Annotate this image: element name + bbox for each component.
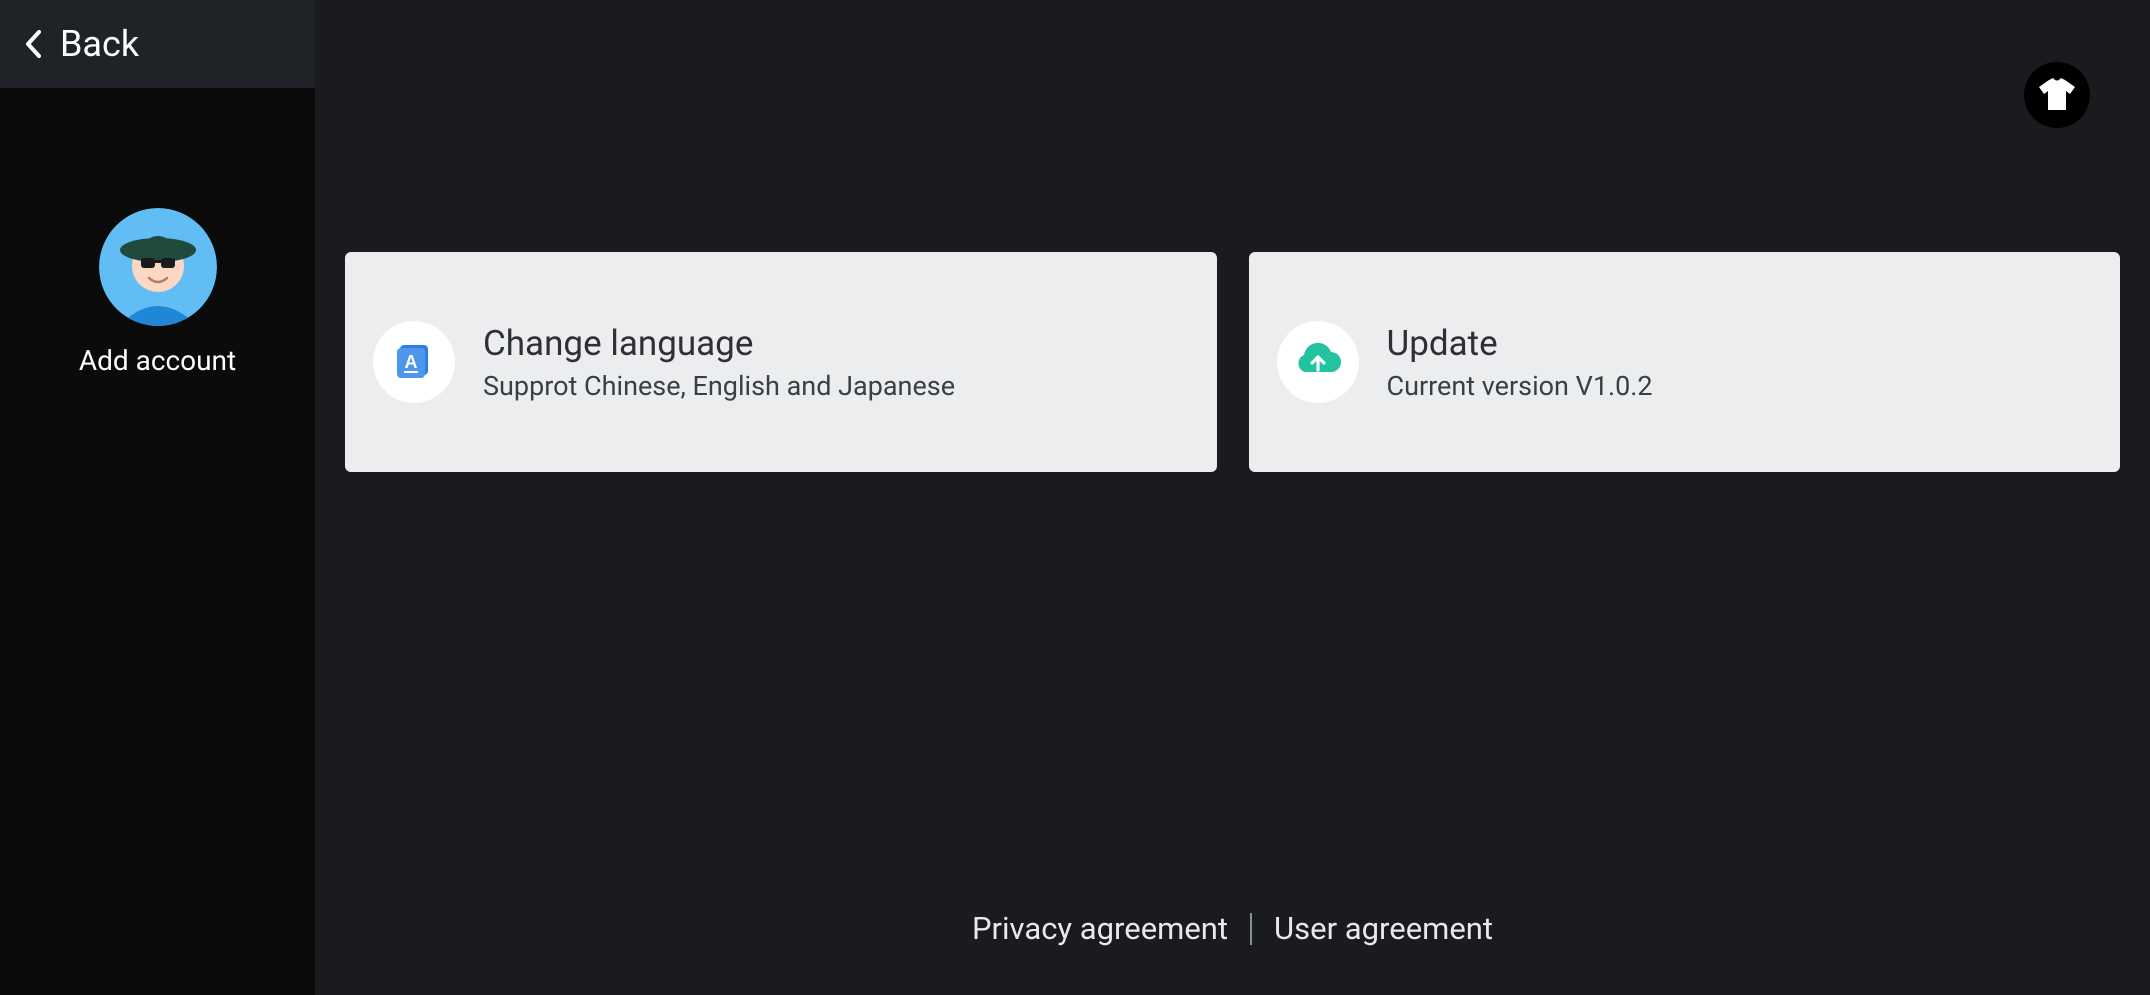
app-root: Back bbox=[0, 0, 2150, 995]
user-agreement-link[interactable]: User agreement bbox=[1274, 910, 1493, 947]
card-title: Update bbox=[1387, 323, 1653, 364]
main-panel: A Change language Supprot Chinese, Engli… bbox=[315, 0, 2150, 995]
cloud-upload-icon bbox=[1277, 321, 1359, 403]
sidebar: Back bbox=[0, 0, 315, 995]
back-button-label: Back bbox=[60, 23, 139, 65]
tshirt-icon bbox=[2038, 78, 2076, 112]
footer-links: Privacy agreement User agreement bbox=[315, 910, 2150, 947]
settings-cards: A Change language Supprot Chinese, Engli… bbox=[345, 252, 2120, 472]
update-card[interactable]: Update Current version V1.0.2 bbox=[1249, 252, 2121, 472]
add-account-button[interactable]: Add account bbox=[0, 208, 315, 377]
card-subtitle: Supprot Chinese, English and Japanese bbox=[483, 370, 955, 402]
privacy-agreement-link[interactable]: Privacy agreement bbox=[972, 910, 1228, 947]
back-button[interactable]: Back bbox=[0, 0, 315, 88]
card-title: Change language bbox=[483, 323, 955, 364]
language-icon: A bbox=[373, 321, 455, 403]
theme-button[interactable] bbox=[2024, 62, 2090, 128]
avatar-icon bbox=[99, 208, 217, 326]
card-subtitle: Current version V1.0.2 bbox=[1387, 370, 1653, 402]
change-language-card[interactable]: A Change language Supprot Chinese, Engli… bbox=[345, 252, 1217, 472]
footer-separator bbox=[1250, 913, 1252, 945]
add-account-label: Add account bbox=[79, 344, 236, 377]
svg-text:A: A bbox=[405, 352, 418, 372]
chevron-left-icon bbox=[24, 29, 42, 59]
